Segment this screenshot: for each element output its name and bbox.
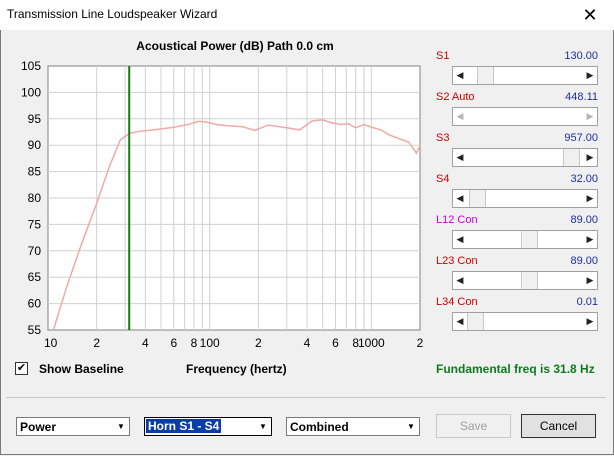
x-axis-label: Frequency (hertz)	[186, 362, 287, 376]
scroll-left-icon[interactable]: ◀	[453, 231, 467, 248]
chevron-down-icon[interactable]: ▼	[403, 418, 419, 435]
scroll-right-icon[interactable]: ▶	[583, 313, 597, 330]
show-baseline-label[interactable]: Show Baseline	[39, 362, 124, 376]
scroll-left-icon[interactable]: ◀	[453, 149, 467, 166]
x-axis-tick-labels: 10 2 4 6 8 100 2 4 6 81000 2	[44, 336, 424, 350]
slider-value: 89.00	[570, 214, 598, 226]
slider-track[interactable]: ◀ ▶	[452, 107, 598, 126]
plot-type-select[interactable]: Power ▼	[16, 417, 130, 436]
x-tick-label: 4	[304, 336, 311, 350]
x-tick-label: 6	[170, 336, 177, 350]
slider-track[interactable]: ◀ ▶	[452, 189, 598, 208]
save-button[interactable]: Save	[436, 414, 511, 438]
y-tick-label: 75	[28, 217, 42, 231]
slider-value: 0.01	[576, 296, 598, 308]
slider-label: S2 Auto	[436, 91, 475, 103]
scroll-right-icon[interactable]: ▶	[583, 272, 597, 289]
slider-thumb[interactable]	[467, 313, 484, 330]
y-tick-label: 90	[28, 138, 42, 152]
slider-value: 957.00	[564, 132, 598, 144]
scroll-right-icon[interactable]: ▶	[583, 149, 597, 166]
chart-title: Acoustical Power (dB) Path 0.0 cm	[136, 39, 333, 53]
slider-thumb[interactable]	[521, 231, 539, 248]
slider-thumb[interactable]	[476, 67, 494, 84]
slider-track[interactable]: ◀ ▶	[452, 66, 598, 85]
scroll-left-icon[interactable]: ◀	[453, 272, 467, 289]
x-tick-label: 2	[417, 336, 424, 350]
slider-value: 89.00	[570, 255, 598, 267]
slider-track[interactable]: ◀ ▶	[452, 230, 598, 249]
chevron-down-icon[interactable]: ▼	[255, 418, 271, 435]
x-tick-label: 1000	[358, 336, 385, 350]
scroll-left-icon[interactable]: ◀	[453, 190, 467, 207]
slider-label: L34 Con	[436, 296, 478, 308]
scroll-right-icon[interactable]: ▶	[583, 231, 597, 248]
x-tick-label: 2	[93, 336, 100, 350]
scroll-left-icon[interactable]: ◀	[453, 108, 467, 125]
scroll-left-icon[interactable]: ◀	[453, 313, 467, 330]
y-tick-label: 70	[28, 244, 42, 258]
cancel-button[interactable]: Cancel	[521, 414, 596, 438]
y-tick-label: 55	[28, 323, 42, 337]
slider-value: 130.00	[564, 50, 598, 62]
slider-track[interactable]: ◀ ▶	[452, 148, 598, 167]
scroll-right-icon[interactable]: ▶	[583, 67, 597, 84]
chevron-down-icon[interactable]: ▼	[113, 418, 129, 435]
plot-type-value: Power	[20, 420, 57, 434]
title-bar: Transmission Line Loudspeaker Wizard ✕	[0, 0, 614, 30]
slider-label: S3	[436, 132, 450, 144]
x-tick-label: 6	[332, 336, 339, 350]
slider-label: S4	[436, 173, 450, 185]
y-tick-label: 95	[28, 112, 42, 126]
y-tick-label: 60	[28, 297, 42, 311]
y-tick-label: 100	[21, 85, 41, 99]
x-tick-label: 100	[200, 336, 220, 350]
scroll-right-icon[interactable]: ▶	[583, 190, 597, 207]
horn-section-select[interactable]: Horn S1 - S4 ▼	[144, 417, 272, 436]
y-axis-tick-labels: 105 100 95 90 85 80 75 70 65 60 55	[21, 59, 41, 337]
x-tick-label: 10	[44, 336, 58, 350]
slider-label: S1	[436, 50, 450, 62]
scroll-left-icon[interactable]: ◀	[453, 67, 467, 84]
slider-track[interactable]: ◀ ▶	[452, 312, 598, 331]
window-title: Transmission Line Loudspeaker Wizard	[7, 7, 218, 21]
fundamental-frequency-readout: Fundamental freq is 31.8 Hz	[436, 362, 595, 376]
x-tick-label: 2	[255, 336, 262, 350]
slider-thumb[interactable]	[521, 272, 539, 289]
show-baseline-checkbox[interactable]: ✔	[15, 362, 28, 375]
slider-label: L23 Con	[436, 255, 478, 267]
close-icon[interactable]: ✕	[570, 2, 610, 28]
y-tick-label: 85	[28, 165, 42, 179]
slider-thumb[interactable]	[468, 190, 486, 207]
slider-value: 32.00	[570, 173, 598, 185]
slider-track[interactable]: ◀ ▶	[452, 271, 598, 290]
frequency-response-chart: Acoustical Power (dB) Path 0.0 cm 105 100…	[21, 39, 424, 350]
horn-section-value: Horn S1 - S4	[144, 418, 223, 434]
slider-value: 448.11	[565, 91, 598, 103]
x-tick-label: 8	[191, 336, 198, 350]
x-tick-label: 4	[142, 336, 149, 350]
output-mode-value: Combined	[290, 420, 349, 434]
slider-label: L12 Con	[436, 214, 478, 226]
output-mode-select[interactable]: Combined ▼	[286, 417, 420, 436]
y-tick-label: 105	[21, 59, 41, 73]
slider-thumb[interactable]	[563, 149, 581, 166]
y-tick-label: 80	[28, 191, 42, 205]
scroll-right-icon[interactable]: ▶	[583, 108, 597, 125]
y-tick-label: 65	[28, 270, 42, 284]
